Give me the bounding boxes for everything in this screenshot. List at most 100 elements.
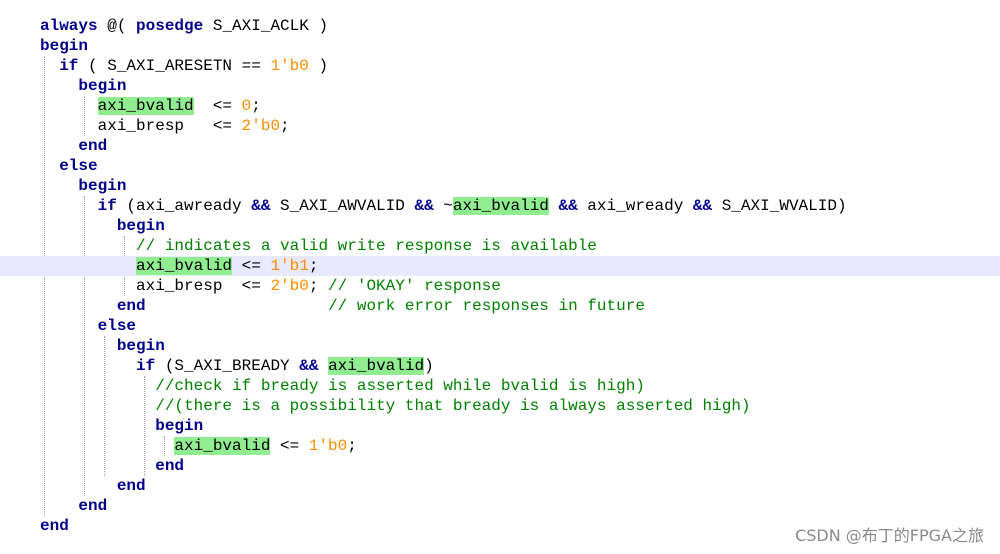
code-token: (S_AXI_BREADY <box>155 357 300 375</box>
code-text: always @( posedge S_AXI_ACLK ) <box>40 16 328 36</box>
code-line[interactable]: // indicates a valid write response is a… <box>0 236 1000 256</box>
highlighted-identifier: axi_bvalid <box>136 257 233 275</box>
code-token: ~ <box>433 197 453 215</box>
code-editor[interactable]: always @( posedge S_AXI_ACLK ) begin if (… <box>0 0 1000 554</box>
code-line[interactable]: begin <box>0 216 1000 236</box>
code-line[interactable]: axi_bvalid <= 1'b0; <box>0 436 1000 456</box>
code-text: begin <box>40 36 88 56</box>
code-line[interactable]: //check if bready is asserted while bval… <box>0 376 1000 396</box>
comment-token: // indicates a valid write response is a… <box>136 237 597 255</box>
code-text: begin <box>40 76 126 96</box>
code-text: end <box>40 476 146 496</box>
code-line[interactable]: begin <box>0 176 1000 196</box>
code-text: end <box>40 516 69 536</box>
code-line[interactable]: always @( posedge S_AXI_ACLK ) <box>0 16 1000 36</box>
keyword-token: begin <box>116 217 165 235</box>
code-token: S_AXI_WVALID) <box>712 197 847 215</box>
highlighted-identifier: axi_bvalid <box>452 197 549 215</box>
code-token: ; <box>308 277 329 295</box>
keyword-token: begin <box>78 77 127 95</box>
code-line[interactable]: end // work error responses in future <box>0 296 1000 316</box>
code-text: axi_bvalid <= 1'b0; <box>40 436 357 456</box>
code-line[interactable]: if ( S_AXI_ARESETN == 1'b0 ) <box>0 56 1000 76</box>
code-line[interactable]: end <box>0 496 1000 516</box>
code-line[interactable]: //(there is a possibility that bready is… <box>0 396 1000 416</box>
code-text: //check if bready is asserted while bval… <box>40 376 645 396</box>
number-token: 1'b0 <box>308 437 348 455</box>
code-token: <= <box>270 437 309 455</box>
comment-token: //(there is a possibility that bready is… <box>155 397 751 415</box>
code-line[interactable]: if (axi_awready && S_AXI_AWVALID && ~axi… <box>0 196 1000 216</box>
code-line[interactable]: begin <box>0 416 1000 436</box>
keyword-token: begin <box>155 417 204 435</box>
code-token: @( <box>97 17 137 35</box>
number-token: 2'b0 <box>270 277 309 295</box>
code-line[interactable]: if (S_AXI_BREADY && axi_bvalid) <box>0 356 1000 376</box>
code-text: if ( S_AXI_ARESETN == 1'b0 ) <box>40 56 328 76</box>
code-text: if (axi_awready && S_AXI_AWVALID && ~axi… <box>40 196 847 216</box>
code-token: axi_bresp <= <box>40 117 242 135</box>
code-token: ( S_AXI_ARESETN == <box>78 57 271 75</box>
code-line[interactable]: axi_bvalid <= 0; <box>0 96 1000 116</box>
code-line[interactable]: begin <box>0 76 1000 96</box>
keyword-token: end <box>78 497 108 515</box>
number-token: 0 <box>241 97 252 115</box>
number-token: 1'b1 <box>270 257 309 275</box>
keyword-token: && <box>692 197 713 215</box>
code-token: S_AXI_ACLK ) <box>203 17 329 35</box>
code-line[interactable]: end <box>0 476 1000 496</box>
keyword-token: else <box>97 317 137 335</box>
code-token: ) <box>308 57 329 75</box>
code-line[interactable]: axi_bresp <= 2'b0; // 'OKAY' response <box>0 276 1000 296</box>
code-text: end <box>40 496 107 516</box>
keyword-token: begin <box>78 177 127 195</box>
keyword-token: begin <box>116 337 165 355</box>
code-text: //(there is a possibility that bready is… <box>40 396 751 416</box>
code-text: else <box>40 316 136 336</box>
code-text: begin <box>40 176 126 196</box>
code-line[interactable]: else <box>0 156 1000 176</box>
code-line[interactable]: end <box>0 136 1000 156</box>
code-text: // indicates a valid write response is a… <box>40 236 597 256</box>
code-token: ; <box>251 97 261 115</box>
code-token: axi_wready <box>577 197 693 215</box>
code-text: axi_bvalid <= 0; <box>40 96 261 116</box>
code-line[interactable]: begin <box>0 36 1000 56</box>
number-token: 2'b0 <box>241 117 281 135</box>
code-line[interactable]: axi_bresp <= 2'b0; <box>0 116 1000 136</box>
keyword-token: && <box>299 357 319 375</box>
keyword-token: end <box>116 477 146 495</box>
code-text: end // work error responses in future <box>40 296 645 316</box>
code-token: ; <box>308 257 319 275</box>
code-line[interactable]: else <box>0 316 1000 336</box>
code-text: end <box>40 136 107 156</box>
code-text: axi_bresp <= 2'b0; <box>40 116 290 136</box>
current-code-line[interactable]: axi_bvalid <= 1'b1; <box>0 256 1000 276</box>
code-text: axi_bresp <= 2'b0; // 'OKAY' response <box>40 276 501 296</box>
code-line[interactable]: end <box>0 456 1000 476</box>
code-text: begin <box>40 416 203 436</box>
code-token: S_AXI_AWVALID <box>270 197 415 215</box>
code-line[interactable]: begin <box>0 336 1000 356</box>
highlighted-identifier: axi_bvalid <box>97 97 194 115</box>
keyword-token: && <box>558 197 578 215</box>
code-token: (axi_awready <box>116 197 252 215</box>
